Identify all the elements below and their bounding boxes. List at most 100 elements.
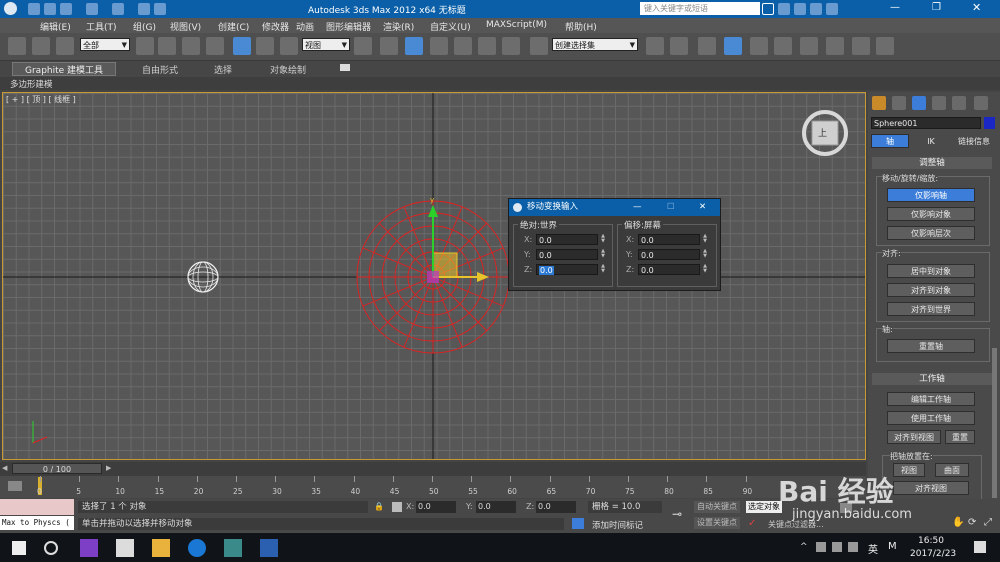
quick-access-menu-icon[interactable] (154, 3, 166, 15)
graphite-toggle-icon[interactable] (724, 37, 742, 55)
close-icon[interactable]: ✕ (699, 199, 706, 216)
unlink-selection-icon[interactable] (32, 37, 50, 55)
maximize-icon[interactable]: ☐ (667, 199, 675, 216)
spinner-arrows-icon[interactable]: ▲ ▼ (702, 234, 708, 245)
menu-graph-editors[interactable]: 图形编辑器 (326, 20, 371, 33)
align-icon[interactable] (670, 37, 688, 55)
tab-selection[interactable]: 选择 (214, 63, 232, 76)
3ds-max-taskbar-icon[interactable] (224, 539, 242, 557)
viewcube-top-face[interactable]: 上 (818, 126, 827, 139)
use-working-pivot-button[interactable]: 使用工作轴 (887, 411, 975, 425)
selection-lock-icon[interactable]: 🔒 (374, 502, 384, 511)
menu-maxscript[interactable]: MAXScript(M) (486, 20, 547, 30)
key-mode-icon[interactable]: ⊸ (672, 507, 682, 521)
communication-center-icon[interactable] (794, 3, 806, 15)
edit-named-selection-icon[interactable] (530, 37, 548, 55)
windows-start-icon[interactable] (12, 541, 26, 555)
selection-filter-dropdown[interactable]: 全部 ▼ (80, 38, 130, 51)
viewport-top[interactable]: y 上 (2, 92, 866, 460)
minimize-icon[interactable]: — (890, 2, 900, 13)
tab-graphite-modeling[interactable]: Graphite 建模工具 (12, 62, 117, 76)
spinner-arrows-icon[interactable]: ▲ ▼ (600, 264, 606, 275)
object-name-field[interactable]: Sphere001 (871, 117, 981, 129)
menu-rendering[interactable]: 渲染(R) (383, 20, 414, 33)
percent-snap-icon[interactable] (478, 37, 496, 55)
undo-icon[interactable] (86, 3, 98, 15)
render-production-icon[interactable] (876, 37, 894, 55)
spinner-arrows-icon[interactable]: ▲ ▼ (702, 264, 708, 275)
affect-pivot-only-button[interactable]: 仅影响轴 (887, 188, 975, 202)
tray-app-icon[interactable] (816, 542, 826, 552)
render-setup-icon[interactable] (826, 37, 844, 55)
dialog-title-bar[interactable]: 移动变换输入 — ☐ ✕ (509, 199, 720, 216)
snaps-toggle-icon[interactable] (430, 37, 448, 55)
menu-modifiers[interactable]: 修改器 (262, 20, 289, 33)
menu-edit[interactable]: 编辑(E) (40, 20, 71, 33)
set-keys-icon[interactable]: ✓ (748, 518, 756, 529)
place-view-button[interactable]: 视图 (893, 463, 925, 477)
project-folder-icon[interactable] (138, 3, 150, 15)
hierarchy-panel-icon[interactable] (912, 96, 926, 110)
material-editor-icon[interactable] (800, 37, 818, 55)
file-explorer-icon[interactable] (152, 539, 170, 557)
auto-key-button[interactable]: 自动关键点 (694, 501, 740, 513)
align-to-view-2-button[interactable]: 对齐视图 (893, 481, 969, 495)
select-and-manipulate-icon[interactable] (380, 37, 398, 55)
abs-z-input[interactable]: 0.0 (536, 264, 598, 275)
help-icon[interactable] (826, 3, 838, 15)
subscription-icon[interactable] (778, 3, 790, 15)
visual-studio-icon[interactable] (80, 539, 98, 557)
ime-mode[interactable]: M (888, 541, 897, 552)
track-bar[interactable]: 0 5 10 15 20 25 30 35 40 45 50 55 60 65 70 75 80 85 90 (0, 476, 866, 498)
tab-ik[interactable]: IK (911, 134, 951, 148)
select-object-icon[interactable] (136, 37, 154, 55)
network-icon[interactable] (832, 542, 842, 552)
keyboard-shortcut-override-icon[interactable] (405, 37, 423, 55)
rendered-frame-icon[interactable] (852, 37, 870, 55)
tab-freeform[interactable]: 自由形式 (142, 63, 178, 76)
schematic-view-icon[interactable] (774, 37, 792, 55)
minimize-icon[interactable]: — (633, 199, 642, 216)
orbit-view-icon[interactable]: ⟳ (968, 517, 976, 528)
volume-icon[interactable] (848, 542, 858, 552)
maximize-icon[interactable]: ❐ (932, 2, 941, 13)
status-x-input[interactable]: 0.0 (416, 501, 456, 513)
rollout-working-pivot[interactable]: 工作轴 (872, 373, 992, 385)
maximize-viewport-icon[interactable]: ⤢ (984, 517, 992, 528)
center-to-object-button[interactable]: 居中到对象 (887, 264, 975, 278)
open-file-icon[interactable] (44, 3, 56, 15)
select-and-move-icon[interactable] (233, 37, 251, 55)
tab-object-paint[interactable]: 对象绘制 (270, 63, 306, 76)
app-logo-icon[interactable] (4, 2, 17, 15)
align-to-world-button[interactable]: 对齐到世界 (887, 302, 975, 316)
menu-group[interactable]: 组(G) (133, 20, 156, 33)
maxscript-listener-pink[interactable] (0, 499, 74, 515)
favorites-icon[interactable] (810, 3, 822, 15)
ribbon-options-icon[interactable] (340, 64, 350, 71)
align-to-view-button[interactable]: 对齐到视图 (887, 430, 941, 444)
object-color-swatch[interactable] (984, 117, 995, 129)
pivot-center-icon[interactable] (354, 37, 372, 55)
chevron-left-icon[interactable]: ◀ (2, 464, 7, 472)
spinner-arrows-icon[interactable]: ▲ ▼ (600, 234, 606, 245)
named-selection-dropdown[interactable]: 创建选择集 ▼ (552, 38, 638, 51)
edge-browser-icon[interactable] (188, 539, 206, 557)
time-slider[interactable]: ◀ 0 / 100 ▶ (0, 462, 866, 476)
rollout-adjust-pivot[interactable]: 调整轴 (872, 157, 992, 169)
spinner-arrows-icon[interactable]: ▲ ▼ (702, 249, 708, 260)
close-icon[interactable]: ✕ (972, 1, 981, 14)
command-panel-scrollbar[interactable] (992, 348, 997, 498)
add-time-tag-button[interactable]: 添加时间标记 (592, 519, 643, 531)
menu-tools[interactable]: 工具(T) (86, 20, 117, 33)
task-view-icon[interactable] (44, 541, 58, 555)
off-x-input[interactable]: 0.0 (638, 234, 700, 245)
tab-pivot[interactable]: 轴 (871, 134, 909, 148)
maxscript-listener-input[interactable]: Max to Physcs ( (0, 516, 74, 530)
select-and-rotate-icon[interactable] (256, 37, 274, 55)
off-y-input[interactable]: 0.0 (638, 249, 700, 260)
status-z-input[interactable]: 0.0 (536, 501, 576, 513)
set-key-button[interactable]: 设置关键点 (694, 517, 740, 529)
status-y-input[interactable]: 0.0 (476, 501, 516, 513)
spinner-arrows-icon[interactable]: ▲ ▼ (600, 249, 606, 260)
redo-icon[interactable] (112, 3, 124, 15)
